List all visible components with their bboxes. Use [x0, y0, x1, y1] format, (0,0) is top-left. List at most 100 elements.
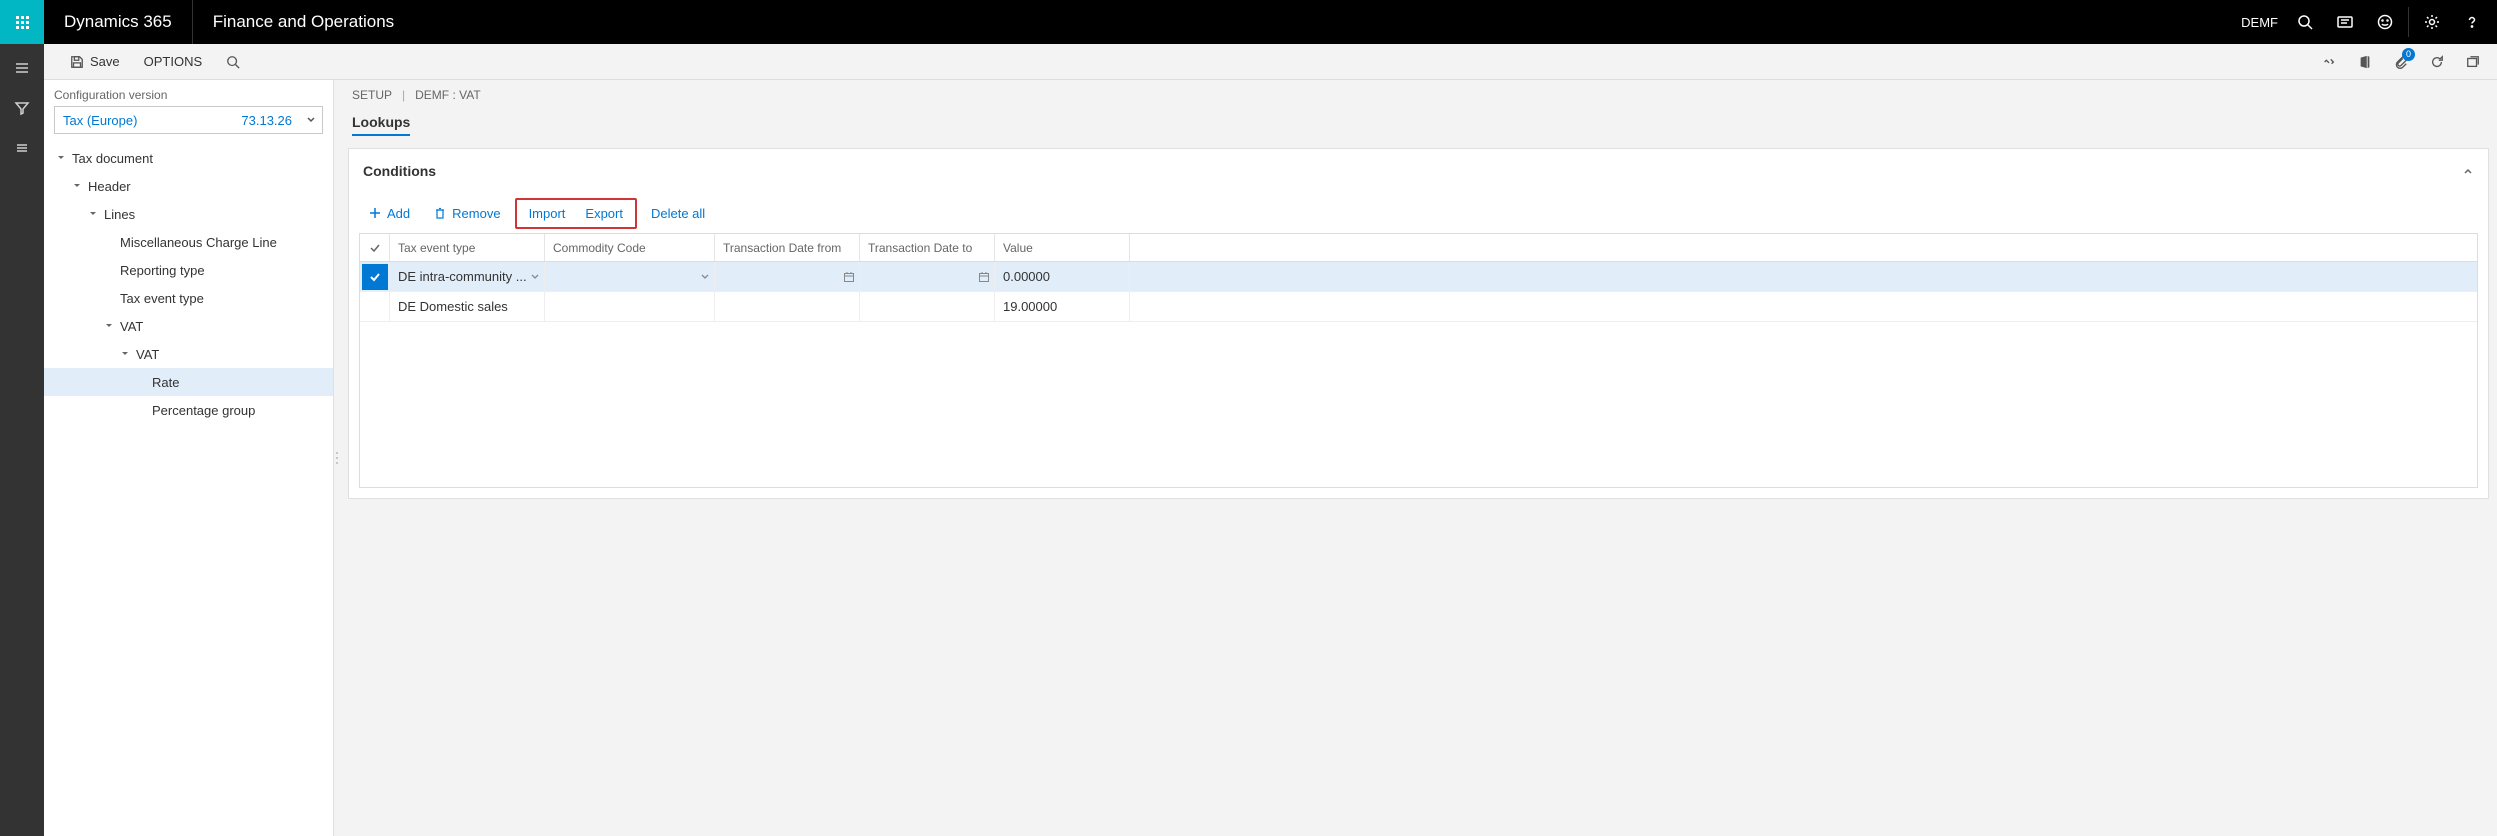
tree-item[interactable]: Tax event type [44, 284, 333, 312]
cell-value[interactable]: 19.00000 [995, 292, 1130, 321]
cell-date-to[interactable] [860, 292, 995, 321]
cell-date-from[interactable] [715, 262, 860, 291]
delete-all-button[interactable]: Delete all [641, 202, 715, 225]
tree-item[interactable]: VAT [44, 312, 333, 340]
app-launcher-button[interactable] [0, 0, 44, 44]
config-version-select[interactable]: Tax (Europe) 73.13.26 [54, 106, 323, 134]
cell-commodity-code[interactable] [545, 262, 715, 291]
import-button[interactable]: Import [519, 202, 576, 225]
tree-item-label: Tax document [72, 151, 153, 166]
badge-count: 0 [2402, 48, 2415, 61]
tree-item-label: Rate [152, 375, 179, 390]
tree-item[interactable]: Rate [44, 368, 333, 396]
search-icon [2297, 14, 2313, 30]
brand-name[interactable]: Dynamics 365 [44, 12, 192, 32]
help-button[interactable] [2455, 0, 2489, 44]
export-button[interactable]: Export [575, 202, 633, 225]
caret-down-icon [54, 154, 68, 162]
conditions-panel-header[interactable]: Conditions [349, 149, 2488, 193]
plus-icon [369, 207, 381, 219]
tree-item[interactable]: Percentage group [44, 396, 333, 424]
chevron-down-icon [700, 272, 710, 282]
save-button[interactable]: Save [58, 44, 132, 79]
action-bar: Save OPTIONS 0 [0, 44, 2497, 80]
company-code[interactable]: DEMF [2241, 15, 2278, 30]
search-button[interactable] [2288, 0, 2322, 44]
link-button[interactable] [2313, 44, 2345, 80]
tree-item-label: VAT [136, 347, 159, 362]
tree-item-label: Lines [104, 207, 135, 222]
remove-button[interactable]: Remove [424, 202, 510, 225]
popup-icon [2466, 55, 2480, 69]
hamburger-button[interactable] [0, 48, 44, 88]
col-header-commodity[interactable]: Commodity Code [545, 234, 715, 261]
caret-down-icon [118, 350, 132, 358]
office-button[interactable] [2349, 44, 2381, 80]
caret-down-icon [86, 210, 100, 218]
trash-icon [434, 207, 446, 219]
filter-button[interactable] [0, 88, 44, 128]
tree-item[interactable]: Reporting type [44, 256, 333, 284]
tree-item[interactable]: VAT [44, 340, 333, 368]
col-header-date-to[interactable]: Transaction Date to [860, 234, 995, 261]
cell-value[interactable]: 0.00000 [995, 262, 1130, 291]
calendar-icon [978, 271, 990, 283]
tree-item[interactable]: Header [44, 172, 333, 200]
add-button[interactable]: Add [359, 202, 420, 225]
chevron-down-icon [306, 115, 316, 125]
tree-item[interactable]: Tax document [44, 144, 333, 172]
col-header-select[interactable] [360, 234, 390, 261]
cell-date-to[interactable] [860, 262, 995, 291]
tree-item[interactable]: Lines [44, 200, 333, 228]
cell-commodity-code[interactable] [545, 292, 715, 321]
options-label: OPTIONS [144, 54, 203, 69]
actionbar-right: 0 [2313, 44, 2497, 80]
col-header-value[interactable]: Value [995, 234, 1130, 261]
list-button[interactable] [0, 128, 44, 168]
calendar-icon [843, 271, 855, 283]
messages-button[interactable] [2328, 0, 2362, 44]
col-header-event[interactable]: Tax event type [390, 234, 545, 261]
tree-item[interactable]: Miscellaneous Charge Line [44, 228, 333, 256]
cell-tax-event[interactable]: DE Domestic sales [390, 292, 545, 321]
popup-button[interactable] [2457, 44, 2489, 80]
config-version: 73.13.26 [241, 113, 292, 128]
cell-date-from[interactable] [715, 292, 860, 321]
message-icon [2337, 14, 2353, 30]
link-icon [2322, 55, 2336, 69]
refresh-icon [2430, 55, 2444, 69]
table-row[interactable]: DE Domestic sales 19.00000 [360, 292, 2477, 322]
top-header: Dynamics 365 Finance and Operations DEMF [0, 0, 2497, 44]
feedback-button[interactable] [2368, 0, 2402, 44]
cell-tax-event[interactable]: DE intra-community ... [390, 262, 545, 291]
grid-body: DE intra-community ...0.00000DE Domestic… [360, 262, 2477, 322]
row-select-cell[interactable] [360, 262, 390, 291]
save-label: Save [90, 54, 120, 69]
refresh-button[interactable] [2421, 44, 2453, 80]
options-button[interactable]: OPTIONS [132, 44, 215, 79]
export-label: Export [585, 206, 623, 221]
col-header-date-from[interactable]: Transaction Date from [715, 234, 860, 261]
config-version-label: Configuration version [44, 80, 333, 106]
list-icon [14, 140, 30, 156]
caret-down-icon [70, 182, 84, 190]
chevron-up-icon [2462, 165, 2474, 177]
conditions-grid: Tax event type Commodity Code Transactio… [359, 233, 2478, 488]
tab-lookups[interactable]: Lookups [352, 114, 410, 136]
table-row[interactable]: DE intra-community ... 0.00000 [360, 262, 2477, 292]
module-name[interactable]: Finance and Operations [193, 12, 414, 32]
office-icon [2358, 55, 2372, 69]
search-icon [226, 55, 240, 69]
breadcrumb-setup[interactable]: SETUP [352, 88, 392, 102]
gear-icon [2424, 14, 2440, 30]
check-icon [362, 264, 388, 290]
content-area: SETUP | DEMF : VAT Lookups Conditions Ad… [340, 80, 2497, 836]
filter-icon [14, 100, 30, 116]
actionbar-search-button[interactable] [214, 44, 252, 79]
row-select-cell[interactable] [360, 292, 390, 321]
attachments-button[interactable]: 0 [2385, 44, 2417, 80]
settings-button[interactable] [2415, 0, 2449, 44]
save-icon [70, 55, 84, 69]
chevron-down-icon [530, 272, 540, 282]
workspace: Configuration version Tax (Europe) 73.13… [44, 80, 2497, 836]
